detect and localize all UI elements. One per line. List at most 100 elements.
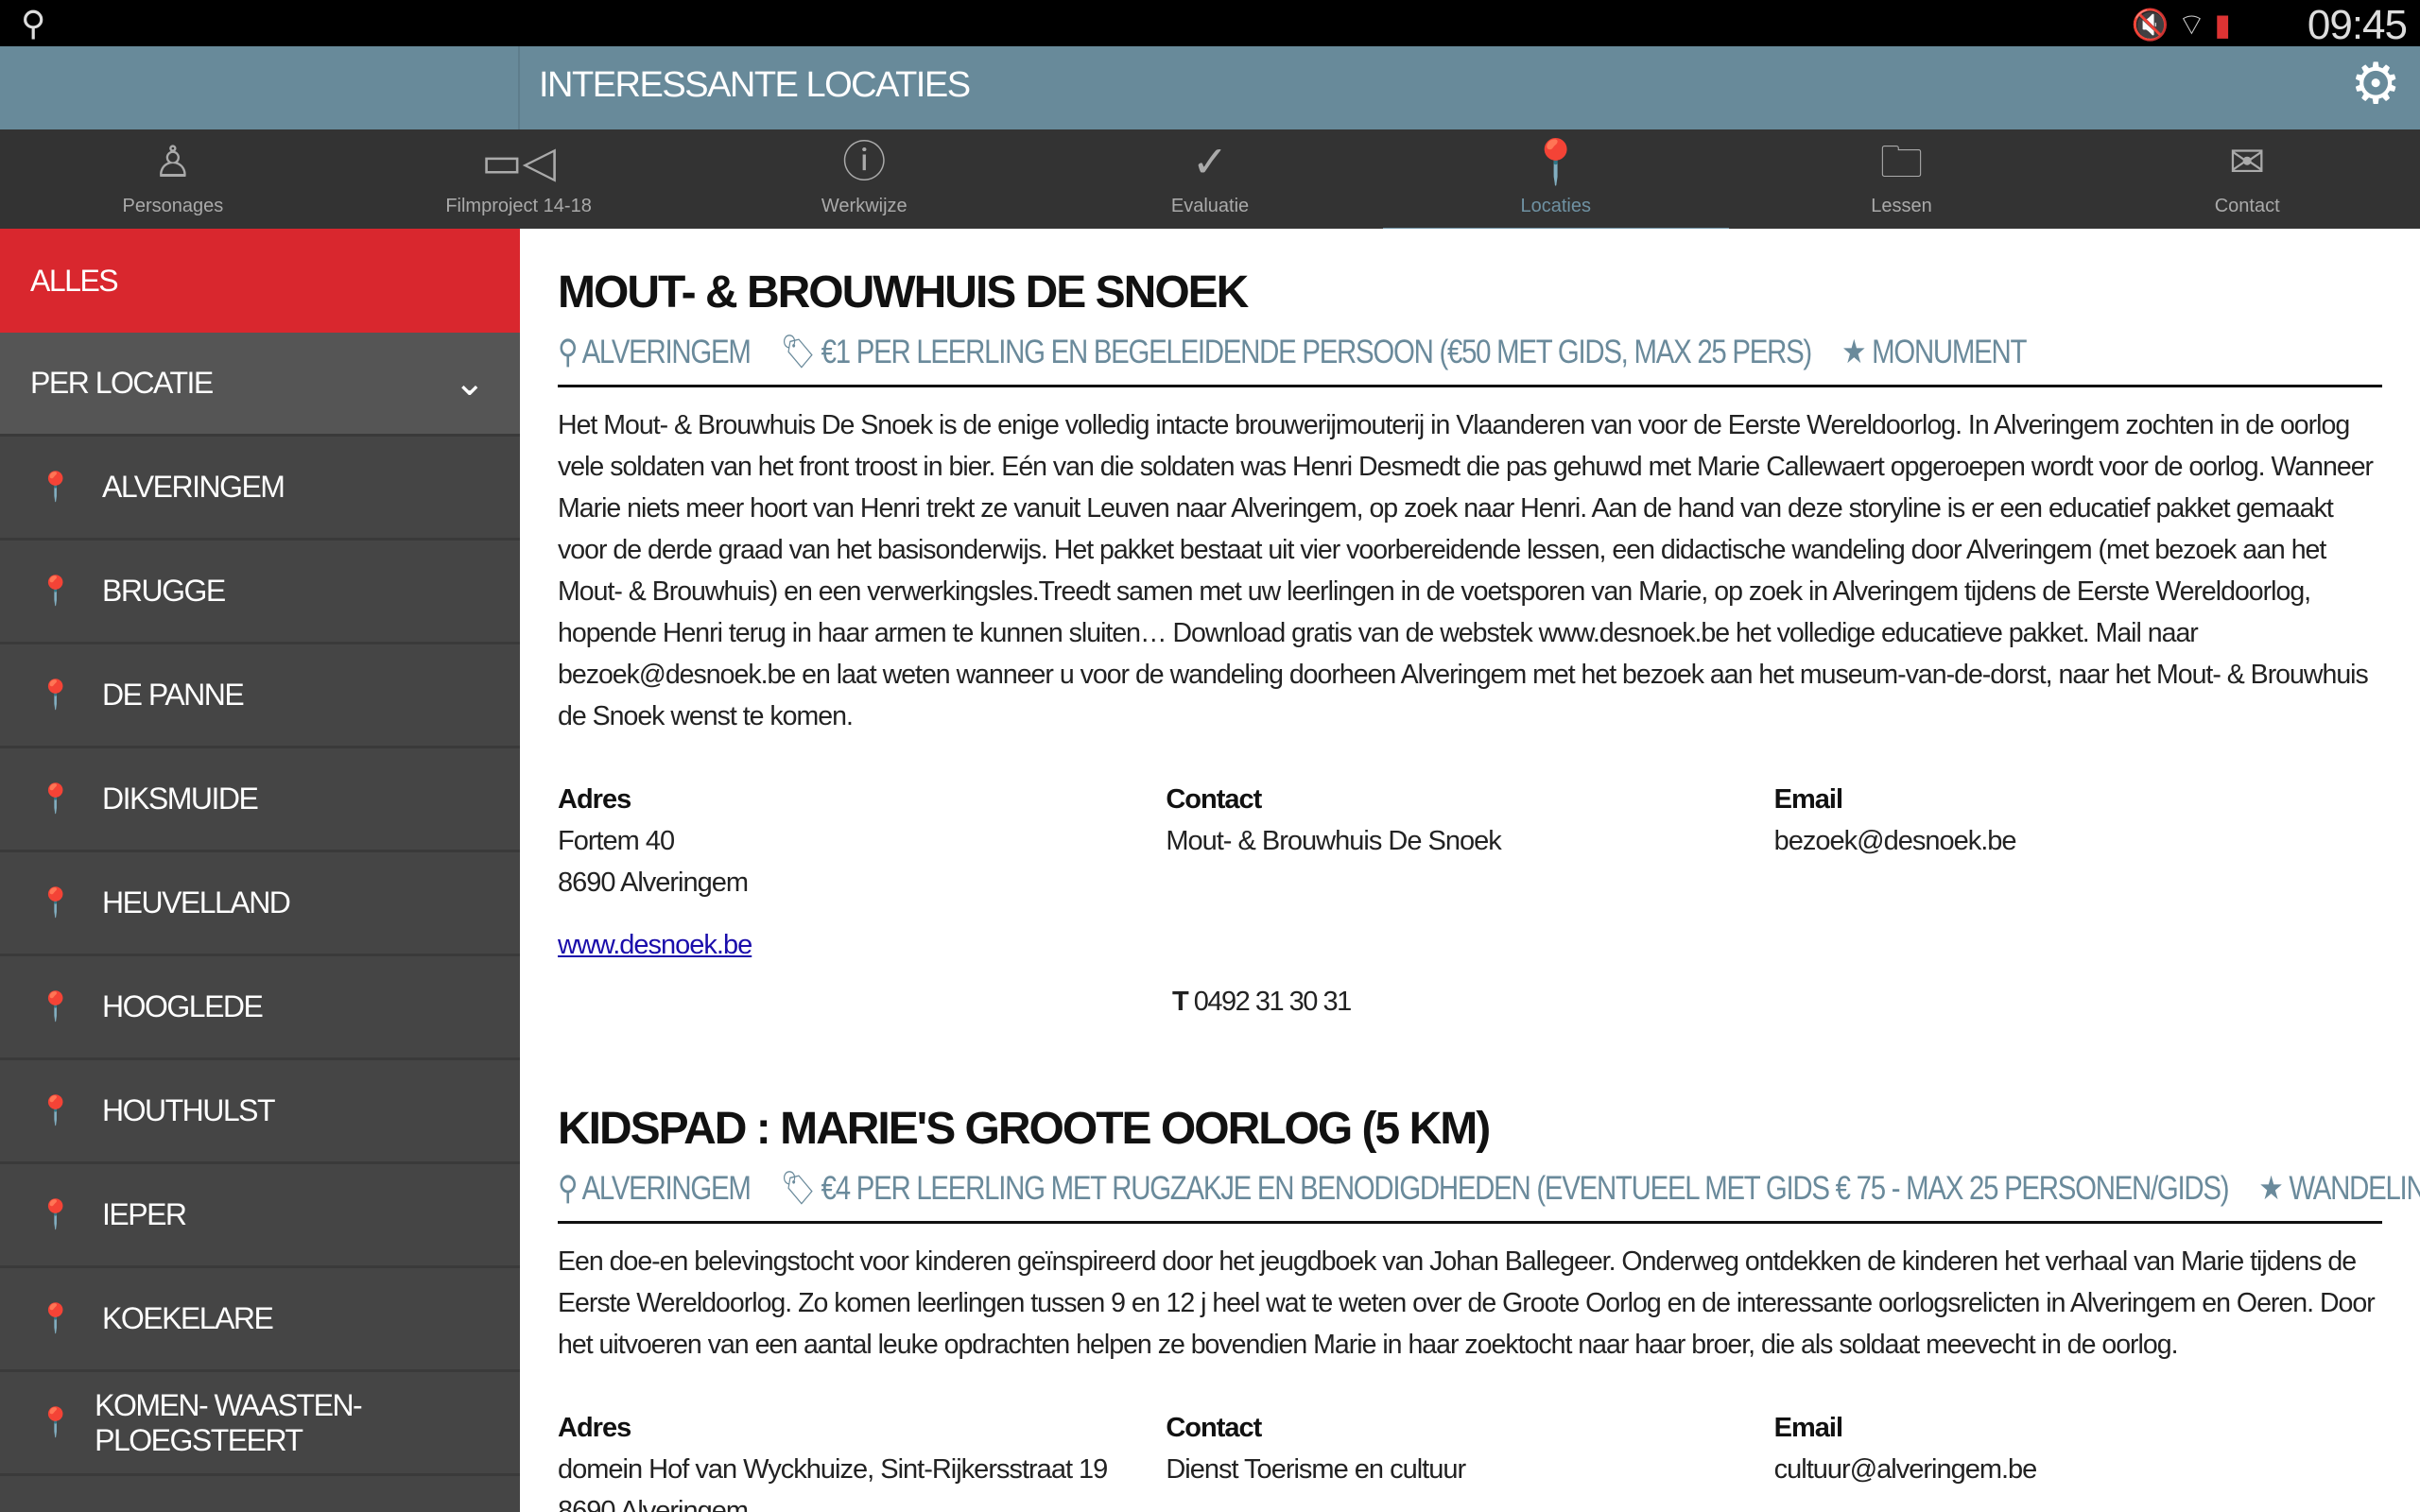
- sidebar-item-location[interactable]: 📍 IEPER: [0, 1164, 520, 1268]
- sidebar-item-label: ALLES: [30, 263, 119, 298]
- location-details: Adres Fortem 40 8690 Alveringem www.desnoek…: [558, 779, 2382, 966]
- video-camera-icon: ▭◁: [481, 137, 556, 186]
- address-label: Adres: [558, 1413, 631, 1443]
- sidebar-item-location[interactable]: 📍 DIKSMUIDE: [0, 748, 520, 852]
- location-category: ★ MONUMENT: [1841, 334, 2027, 370]
- tab-locaties[interactable]: 📍 Locaties: [1382, 129, 1729, 232]
- sidebar-item-label: KOMEN- WAASTEN- PLOEGSTEERT: [95, 1387, 363, 1457]
- tab-personages[interactable]: ♙ Personages: [0, 129, 346, 229]
- sidebar-item-label: HOOGLEDE: [102, 989, 264, 1023]
- map-pin-icon: 📍: [38, 783, 73, 815]
- page-title: INTERESSANTE LOCATIES: [539, 65, 971, 105]
- sidebar-item-location[interactable]: 📍 HOOGLEDE: [0, 956, 520, 1060]
- tab-lessen[interactable]: 🗀 Lessen: [1729, 129, 2075, 229]
- location-description: Het Mout- & Brouwhuis De Snoek is de eni…: [558, 410, 2374, 731]
- usb-icon: ⚲: [21, 4, 46, 43]
- tab-label: Contact: [2214, 196, 2280, 216]
- location-details: Adres domein Hof van Wyckhuize, Sint-Rijk…: [558, 1407, 2382, 1512]
- location-meta: ⚲ ALVERINGEM 🏷 €4 PER LEERLING MET RUGZA…: [558, 1169, 2420, 1224]
- sidebar-item-location[interactable]: 📍 KOMEN- WAASTEN- PLOEGSTEERT: [0, 1372, 520, 1476]
- map-pin-icon: 📍: [38, 472, 73, 503]
- sidebar-item-location[interactable]: 📍 HOUTHULST: [0, 1060, 520, 1164]
- sidebar-per-locatie-dropdown[interactable]: PER LOCATIE ⌄: [0, 333, 520, 437]
- contact-value: Dienst Toerisme en cultuur: [1166, 1454, 1466, 1485]
- tag-icon: 🏷: [780, 1170, 816, 1207]
- star-icon: ★: [1841, 334, 1866, 370]
- sidebar-item-label: ALVERINGEM: [102, 470, 285, 504]
- location-category: ★ WANDELING: [2258, 1170, 2420, 1207]
- wifi-icon: ⌔: [2177, 8, 2206, 42]
- sidebar-item-alles[interactable]: ALLES: [0, 229, 520, 333]
- tab-label: Locaties: [1520, 196, 1591, 216]
- status-bar: ⚲ 🔇 ⌔ ▮ 09:45: [0, 0, 2420, 48]
- content-area[interactable]: MOUT- & BROUWHUIS DE SNOEK ⚲ ALVERINGEM …: [520, 229, 2420, 1512]
- map-pin-icon: 📍: [38, 576, 73, 607]
- place-text: ALVERINGEM: [581, 1170, 752, 1207]
- sidebar-item-location[interactable]: 📍 BRUGGE: [0, 541, 520, 644]
- tab-filmproject[interactable]: ▭◁ Filmproject 14-18: [346, 129, 692, 229]
- email-label: Email: [1773, 1413, 1843, 1443]
- website-link[interactable]: www.desnoek.be: [558, 924, 1166, 966]
- map-pin-icon: 📍: [38, 1199, 73, 1230]
- price-text: €4 PER LEERLING MET RUGZAKJE EN BENODIGD…: [821, 1170, 2230, 1207]
- location-place: ⚲ ALVERINGEM: [558, 1170, 752, 1207]
- map-pin-icon: 📍: [1529, 137, 1583, 186]
- tab-label: Werkwijze: [821, 196, 908, 216]
- location-meta: ⚲ ALVERINGEM 🏷 €1 PER LEERLING EN BEGELE…: [558, 333, 2382, 387]
- address-label: Adres: [558, 784, 631, 815]
- location-title: KIDSPAD : MARIE'S GROOTE OORLOG (5 KM): [558, 1104, 1491, 1154]
- star-icon: ★: [2258, 1170, 2283, 1207]
- gear-icon[interactable]: ⚙: [2350, 56, 2401, 112]
- map-pin-icon: 📍: [38, 887, 73, 919]
- tab-evaluatie[interactable]: ✓ Evaluatie: [1037, 129, 1383, 229]
- map-pin-icon: 📍: [38, 1095, 73, 1126]
- envelope-icon: ✉: [2228, 137, 2266, 186]
- contact-label: Contact: [1166, 784, 1262, 815]
- contact-label: Contact: [1166, 1413, 1262, 1443]
- place-text: ALVERINGEM: [581, 334, 752, 370]
- sidebar: ALLES PER LOCATIE ⌄ 📍 ALVERINGEM 📍 BRUGGE 📍 DE…: [0, 229, 520, 1512]
- address-line: 8690 Alveringem: [558, 1496, 749, 1512]
- map-pin-icon: 📍: [38, 1303, 73, 1334]
- sidebar-item-location[interactable]: 📍 DE PANNE: [0, 644, 520, 748]
- location-description: Een doe-en belevingstocht voor kinderen …: [558, 1246, 2376, 1360]
- sidebar-item-label: DE PANNE: [102, 678, 245, 712]
- address-line: 8690 Alveringem: [558, 868, 749, 898]
- map-pin-icon: 📍: [38, 1407, 73, 1438]
- tab-contact[interactable]: ✉ Contact: [2074, 129, 2420, 229]
- tab-label: Lessen: [1871, 196, 1932, 216]
- phone-label: T: [1172, 987, 1189, 1017]
- email-label: Email: [1773, 784, 1843, 815]
- status-icons: 🔇 ⌔ ▮: [2132, 6, 2231, 43]
- sidebar-item-label: HEUVELLAND: [102, 885, 291, 919]
- tab-werkwijze[interactable]: ⓘ Werkwijze: [691, 129, 1037, 229]
- location-title: MOUT- & BROUWHUIS DE SNOEK: [558, 267, 1249, 318]
- category-text: MONUMENT: [1872, 334, 2027, 370]
- map-pin-icon: 📍: [38, 991, 73, 1022]
- email-value[interactable]: bezoek@desnoek.be: [1774, 820, 2382, 862]
- location-price: 🏷 €1 PER LEERLING EN BEGELEIDENDE PERSOO…: [780, 334, 1813, 370]
- sidebar-item-location[interactable]: 📍 ALVERINGEM: [0, 437, 520, 541]
- email-value[interactable]: cultuur@alveringem.be: [1774, 1449, 2382, 1490]
- sidebar-item-label: BRUGGE: [102, 574, 226, 608]
- app-header: INTERESSANTE LOCATIES ⚙: [0, 46, 2420, 129]
- address-line: Fortem 40: [558, 826, 675, 856]
- tab-label: Filmproject 14-18: [445, 196, 592, 216]
- category-text: WANDELING: [2289, 1170, 2420, 1207]
- price-text: €1 PER LEERLING EN BEGELEIDENDE PERSOON …: [821, 334, 1813, 370]
- tag-icon: 🏷: [780, 334, 816, 370]
- sidebar-item-location[interactable]: 📍 HEUVELLAND: [0, 852, 520, 956]
- sidebar-item-label: DIKSMUIDE: [102, 782, 259, 816]
- sidebar-item-label: KOEKELARE: [102, 1301, 274, 1335]
- location-card: MOUT- & BROUWHUIS DE SNOEK ⚲ ALVERINGEM …: [558, 266, 2382, 1018]
- mute-icon: 🔇: [2131, 8, 2169, 42]
- phone[interactable]: T 0492 31 30 31: [1172, 987, 2382, 1018]
- sidebar-item-location[interactable]: 📍 KOEKELARE: [0, 1268, 520, 1372]
- address-line: domein Hof van Wyckhuize, Sint-Rijkersst…: [558, 1454, 1108, 1485]
- tab-bar: ♙ Personages ▭◁ Filmproject 14-18 ⓘ Werkwij…: [0, 129, 2420, 232]
- clock: 09:45: [2307, 2, 2408, 48]
- person-icon: ♙: [153, 137, 193, 186]
- question-icon: ⓘ: [842, 137, 887, 186]
- check-circle-icon: ✓: [1191, 137, 1229, 186]
- sidebar-item-label: PER LOCATIE: [30, 366, 214, 400]
